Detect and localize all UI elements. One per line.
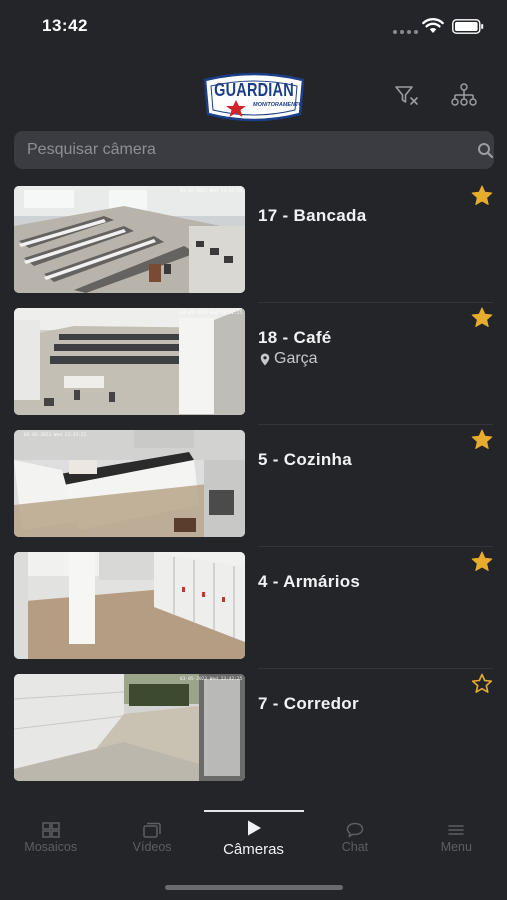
camera-name: 4 - Armários xyxy=(258,572,361,591)
active-tab-indicator xyxy=(204,810,304,812)
bottom-tab-bar: Mosaicos Vídeos Câmeras Chat Menu xyxy=(0,814,507,864)
tab-label: Mosaicos xyxy=(24,840,78,854)
battery-icon xyxy=(452,19,484,34)
camera-thumbnail[interactable]: 03-05-2023 Wed 13:42:25 xyxy=(14,308,245,415)
home-indicator xyxy=(165,885,343,890)
camera-item[interactable]: 4 - Armários xyxy=(0,546,507,668)
camera-timestamp: 03-05-2023 Wed 13:42:25 xyxy=(180,677,243,682)
tab-label: Câmeras xyxy=(223,841,284,858)
camera-item[interactable]: 03-05-2023 Wed 13:42:25 5 - Cozinha xyxy=(0,424,507,546)
tab-label: Menu xyxy=(440,840,472,854)
favorite-star-outline-icon[interactable] xyxy=(471,673,493,694)
tab-videos[interactable]: Vídeos xyxy=(101,814,202,864)
camera-name: 18 - Café xyxy=(258,328,332,347)
tab-menu[interactable]: Menu xyxy=(406,814,507,864)
menu-icon xyxy=(448,825,465,835)
filter-clear-icon[interactable] xyxy=(394,84,420,106)
camera-location-text: Garça xyxy=(274,350,318,367)
camera-item[interactable]: 03-05-2023 Wed 13:42:25 17 - Bancada xyxy=(0,180,507,302)
search-icon[interactable] xyxy=(477,142,494,159)
camera-name: 7 - Corredor xyxy=(258,694,359,713)
camera-thumbnail[interactable]: 03-05-2023 Wed 13:42:25 xyxy=(14,674,245,781)
location-pin-icon xyxy=(260,353,270,365)
hierarchy-icon[interactable] xyxy=(451,83,477,107)
camera-item[interactable]: 03-05-2023 Wed 13:42:25 18 - Café Garça xyxy=(0,302,507,424)
camera-name: 5 - Cozinha xyxy=(258,450,352,469)
camera-timestamp: 03-05-2023 Wed 13:42:25 xyxy=(180,189,243,194)
guardian-logo: GUARDIAN MONITORAMENTO xyxy=(201,66,307,122)
tab-mosaicos[interactable]: Mosaicos xyxy=(0,814,101,864)
tab-cameras[interactable]: Câmeras xyxy=(203,814,304,864)
favorite-star-icon[interactable] xyxy=(471,185,493,206)
grid-icon xyxy=(41,822,60,838)
camera-thumbnail[interactable] xyxy=(14,552,245,659)
logo-text: GUARDIAN xyxy=(214,81,294,101)
logo-subtext: MONITORAMENTO xyxy=(253,102,303,108)
tab-label: Chat xyxy=(341,840,369,854)
play-icon xyxy=(247,820,261,836)
favorite-star-icon[interactable] xyxy=(471,551,493,572)
favorite-star-icon[interactable] xyxy=(471,307,493,328)
app-header: GUARDIAN MONITORAMENTO xyxy=(0,56,507,126)
search-input[interactable] xyxy=(14,131,454,169)
chat-icon xyxy=(346,822,364,838)
camera-name: 17 - Bancada xyxy=(258,206,367,225)
camera-timestamp: 03-05-2023 Wed 13:42:25 xyxy=(24,433,87,438)
camera-item[interactable]: 03-05-2023 Wed 13:42:25 7 - Corredor xyxy=(0,668,507,790)
tab-label: Vídeos xyxy=(132,840,172,854)
videos-icon xyxy=(143,822,161,838)
tab-chat[interactable]: Chat xyxy=(304,814,405,864)
camera-timestamp: 03-05-2023 Wed 13:42:25 xyxy=(180,311,243,316)
status-bar: 13:42 xyxy=(0,0,507,56)
camera-thumbnail[interactable]: 03-05-2023 Wed 13:42:25 xyxy=(14,430,245,537)
signal-dots-icon xyxy=(393,30,418,34)
favorite-star-icon[interactable] xyxy=(471,429,493,450)
status-time: 13:42 xyxy=(42,16,88,35)
camera-thumbnail[interactable]: 03-05-2023 Wed 13:42:25 xyxy=(14,186,245,293)
camera-list: 03-05-2023 Wed 13:42:25 17 - Bancada 03-… xyxy=(0,180,507,790)
search-bar xyxy=(14,131,494,169)
wifi-icon xyxy=(422,18,444,33)
camera-location: Garça xyxy=(260,350,318,368)
